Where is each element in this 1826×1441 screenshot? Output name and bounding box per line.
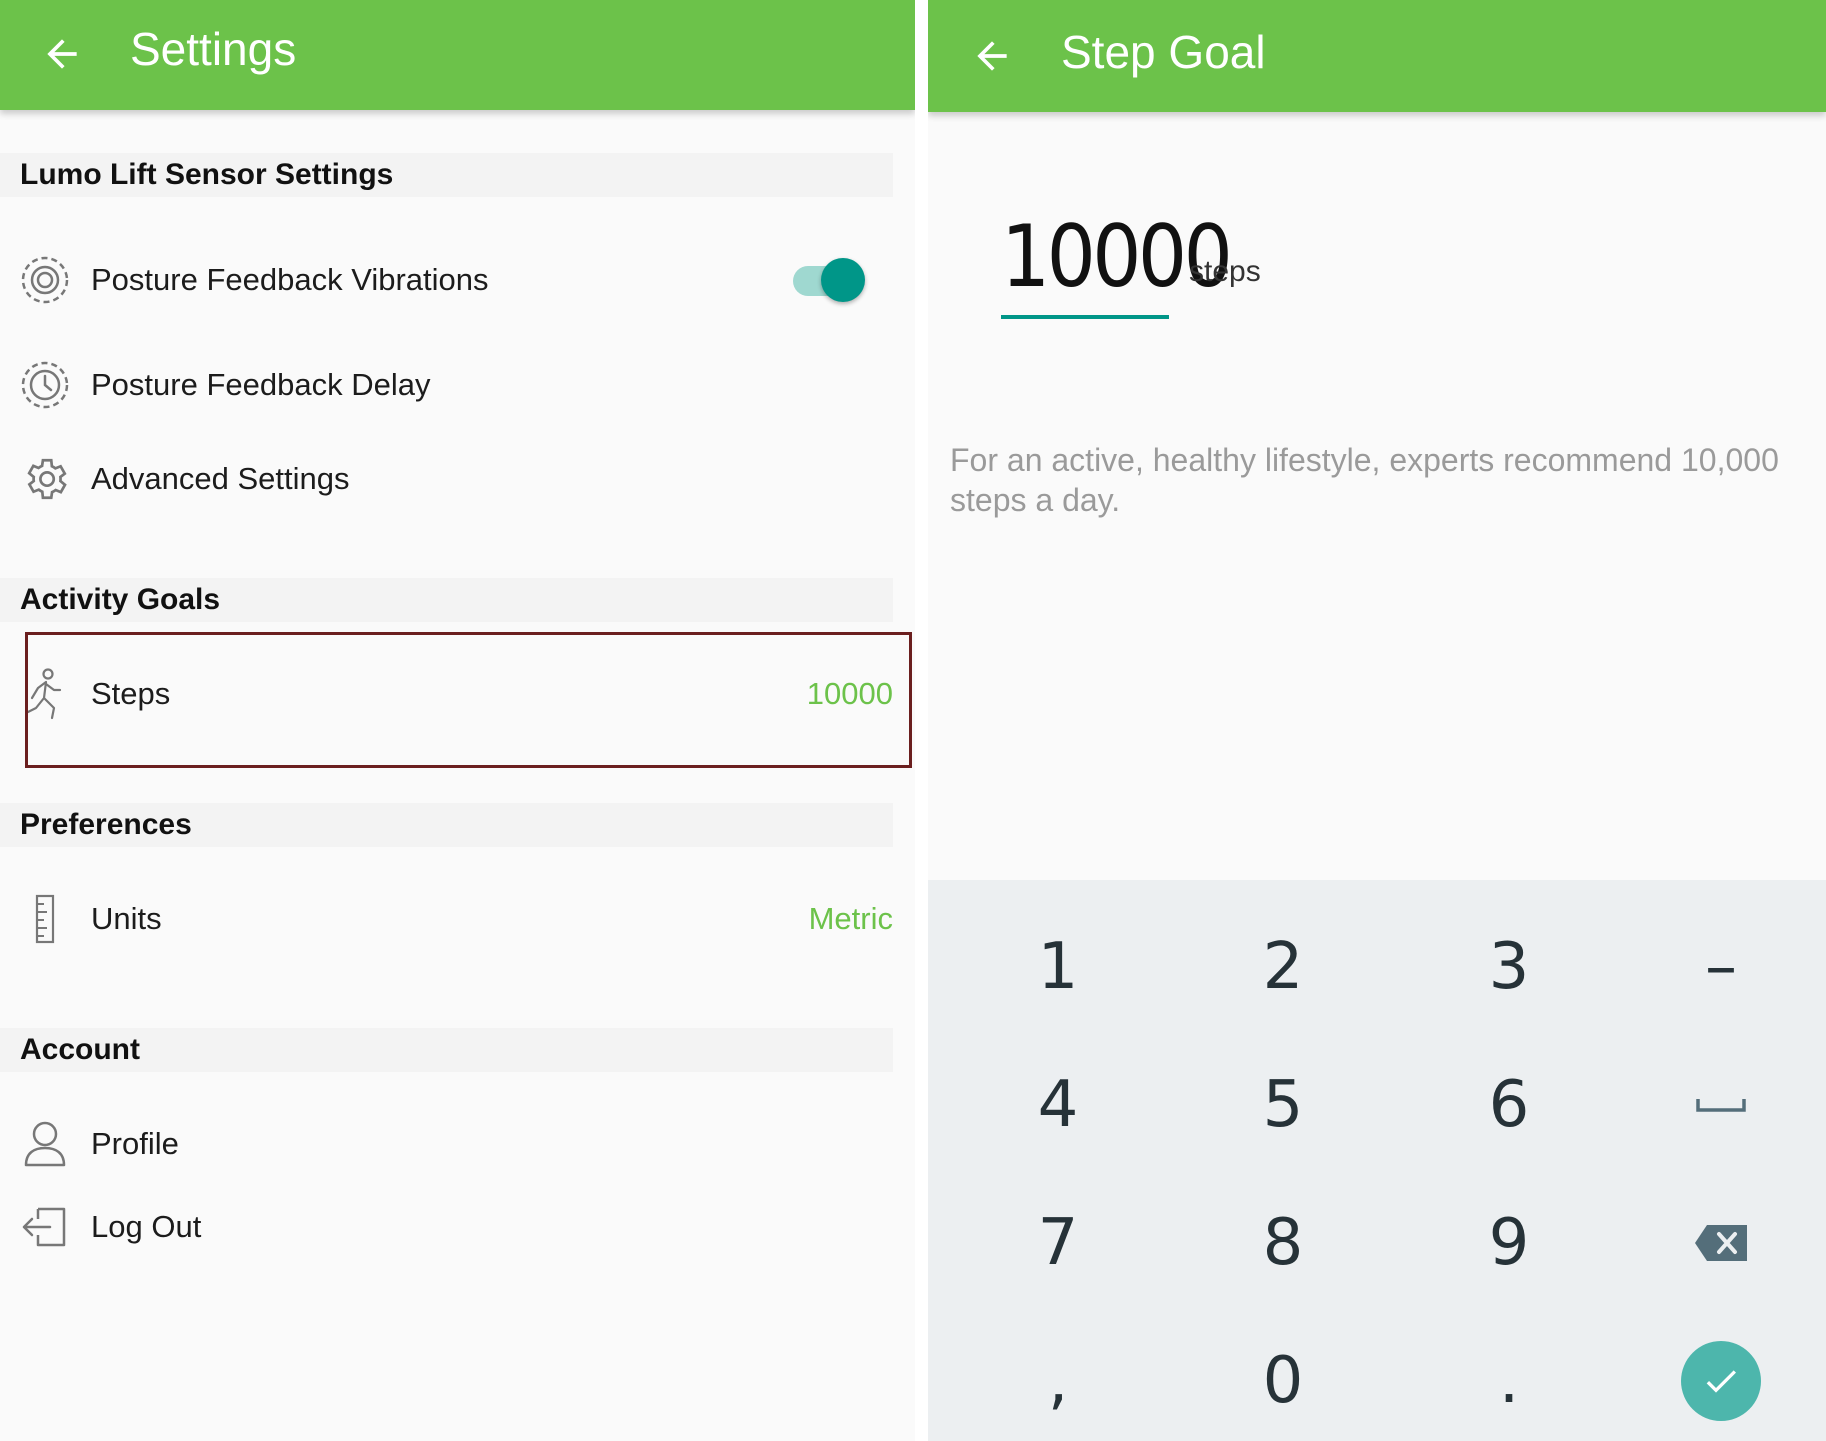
- steps-value: 10000: [806, 676, 893, 711]
- key-minus[interactable]: –: [1621, 902, 1821, 1032]
- units-row[interactable]: Units Metric: [0, 877, 893, 961]
- posture-vibrations-toggle[interactable]: [789, 257, 865, 303]
- ruler-icon: [18, 892, 72, 946]
- space-icon: [1696, 1099, 1746, 1112]
- arrow-left-icon: [47, 39, 77, 69]
- key-5[interactable]: 5: [1183, 1040, 1383, 1170]
- done-circle: [1681, 1341, 1761, 1421]
- key-8[interactable]: 8: [1183, 1178, 1383, 1308]
- settings-app-bar: Settings: [0, 0, 915, 110]
- step-goal-input[interactable]: 10000: [1001, 190, 1233, 319]
- units-label: Units: [91, 901, 162, 936]
- key-3[interactable]: 3: [1409, 902, 1609, 1032]
- backspace-icon: [1695, 1225, 1747, 1261]
- steps-label: Steps: [91, 676, 171, 711]
- page-title: Step Goal: [1061, 26, 1266, 78]
- page-title: Settings: [130, 23, 297, 75]
- step-goal-screen: Step Goal 10000 steps For an active, hea…: [928, 0, 1826, 1441]
- key-2[interactable]: 2: [1183, 902, 1383, 1032]
- arrow-left-icon: [977, 41, 1007, 71]
- posture-feedback-delay-label: Posture Feedback Delay: [91, 367, 431, 402]
- posture-feedback-vibrations-label: Posture Feedback Vibrations: [91, 262, 489, 297]
- timer-icon: [18, 358, 72, 412]
- vibration-target-icon: [18, 253, 72, 307]
- key-backspace[interactable]: [1621, 1178, 1821, 1308]
- posture-feedback-vibrations-row[interactable]: Posture Feedback Vibrations: [0, 238, 893, 322]
- section-header-account: Account: [0, 1028, 893, 1072]
- section-header-preferences: Preferences: [0, 803, 893, 847]
- key-4[interactable]: 4: [958, 1040, 1158, 1170]
- key-comma[interactable]: ,: [958, 1316, 1158, 1441]
- gear-icon: [18, 452, 72, 506]
- logout-row[interactable]: Log Out: [0, 1185, 893, 1269]
- key-1[interactable]: 1: [958, 902, 1158, 1032]
- step-goal-unit: steps: [1189, 255, 1261, 288]
- settings-screen: Settings Lumo Lift Sensor Settings Postu…: [0, 0, 915, 1441]
- section-header-lumo: Lumo Lift Sensor Settings: [0, 153, 893, 197]
- section-header-activity-goals: Activity Goals: [0, 578, 893, 622]
- key-6[interactable]: 6: [1409, 1040, 1609, 1170]
- check-icon: [1706, 1370, 1736, 1393]
- logout-label: Log Out: [91, 1209, 202, 1244]
- walking-person-icon: [18, 667, 72, 721]
- numeric-keypad: 1 2 3 – 4 5 6 7 8 9 , 0 .: [928, 880, 1826, 1441]
- key-period[interactable]: .: [1409, 1316, 1609, 1441]
- units-value: Metric: [808, 901, 893, 936]
- back-button[interactable]: [30, 22, 94, 86]
- back-button[interactable]: [960, 24, 1024, 88]
- key-7[interactable]: 7: [958, 1178, 1158, 1308]
- advanced-settings-label: Advanced Settings: [91, 461, 350, 496]
- posture-feedback-delay-row[interactable]: Posture Feedback Delay: [0, 343, 893, 427]
- logout-icon: [18, 1200, 72, 1254]
- profile-label: Profile: [91, 1126, 179, 1161]
- steps-row[interactable]: Steps 10000: [0, 652, 893, 736]
- advanced-settings-row[interactable]: Advanced Settings: [0, 437, 893, 521]
- step-goal-app-bar: Step Goal: [928, 0, 1826, 112]
- key-0[interactable]: 0: [1183, 1316, 1383, 1441]
- step-goal-hint: For an active, healthy lifestyle, expert…: [950, 442, 1779, 518]
- toggle-thumb: [821, 258, 865, 302]
- key-9[interactable]: 9: [1409, 1178, 1609, 1308]
- done-button[interactable]: [1621, 1316, 1821, 1441]
- key-space[interactable]: [1621, 1040, 1821, 1170]
- person-icon: [18, 1117, 72, 1171]
- profile-row[interactable]: Profile: [0, 1102, 893, 1186]
